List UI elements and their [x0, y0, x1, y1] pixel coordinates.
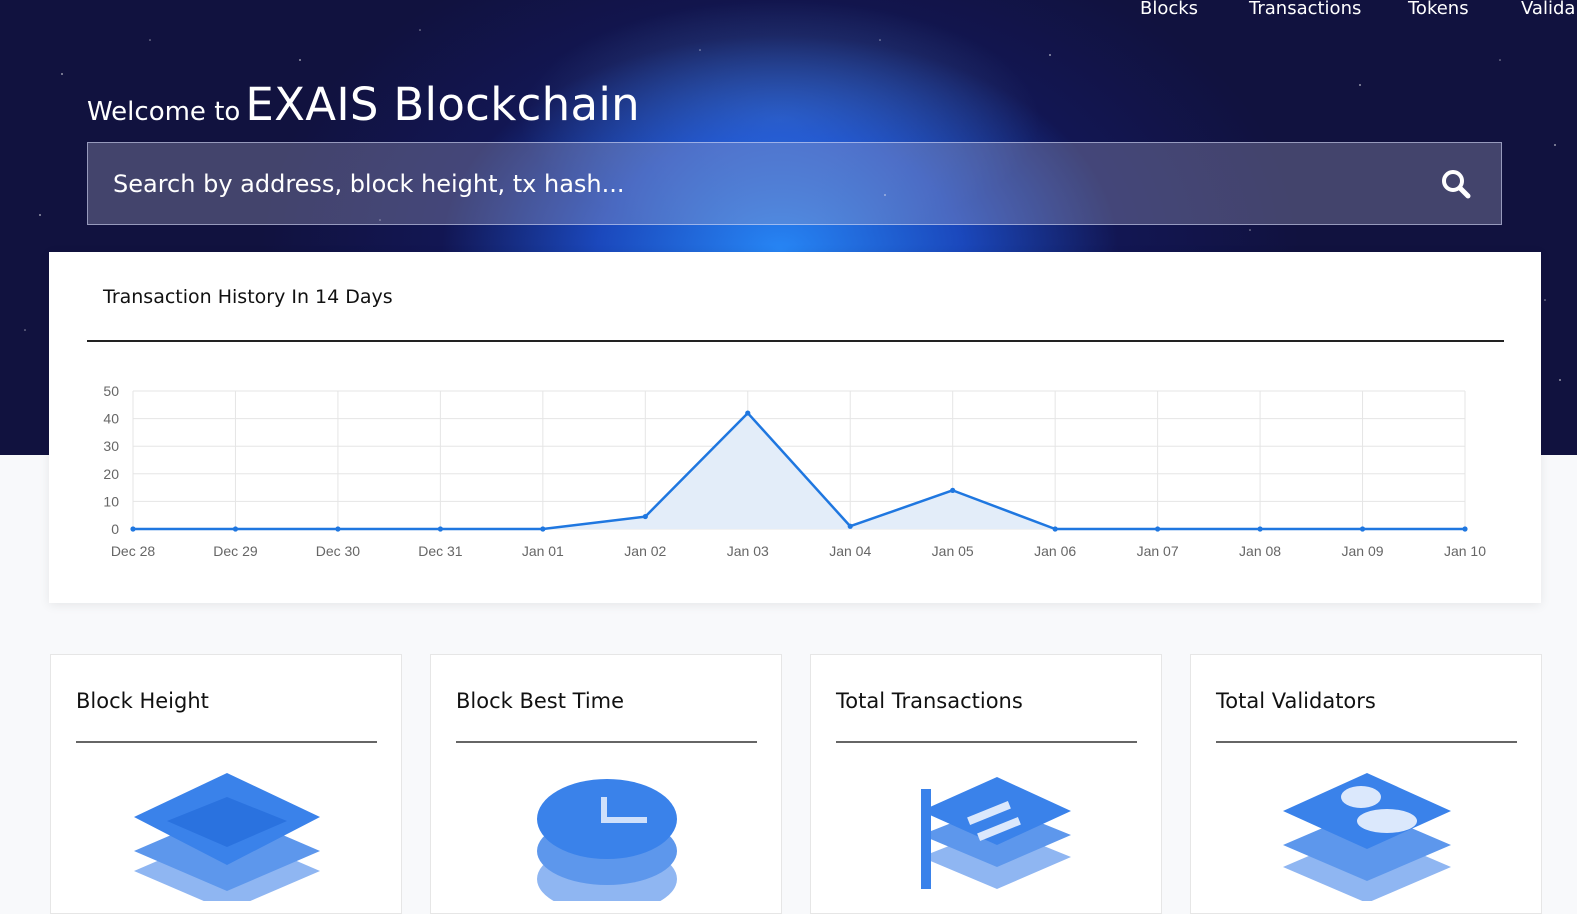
- x-tick-label: Dec 28: [111, 543, 156, 559]
- user-stack-icon: [1283, 773, 1451, 901]
- layers-icon: [134, 773, 320, 901]
- stat-title: Total Transactions: [836, 689, 1023, 713]
- nav-validators[interactable]: Valida: [1521, 0, 1575, 19]
- stat-divider: [456, 741, 757, 743]
- data-point: [950, 487, 956, 493]
- x-tick-label: Jan 07: [1137, 543, 1179, 559]
- x-tick-label: Dec 29: [213, 543, 258, 559]
- y-tick-label: 20: [103, 466, 119, 482]
- data-point: [642, 513, 648, 520]
- data-point: [1359, 526, 1366, 532]
- stat-divider: [1216, 741, 1517, 743]
- stat-divider: [76, 741, 377, 743]
- clock-icon: [537, 779, 677, 901]
- brand-title: EXAIS Blockchain: [245, 78, 640, 131]
- y-tick-label: 0: [111, 521, 119, 537]
- nav-transactions[interactable]: Transactions: [1249, 0, 1361, 19]
- data-point: [335, 526, 341, 532]
- x-tick-label: Jan 09: [1342, 543, 1384, 559]
- nav-blocks[interactable]: Blocks: [1140, 0, 1198, 19]
- stat-card-block-height: Block Height: [50, 654, 402, 914]
- x-tick-label: Jan 05: [932, 543, 974, 559]
- x-tick-label: Jan 02: [624, 543, 666, 559]
- x-tick-label: Dec 31: [418, 543, 463, 559]
- y-tick-label: 10: [103, 493, 119, 509]
- welcome-prefix: Welcome to: [87, 97, 241, 127]
- document-stack-icon: [921, 777, 1071, 889]
- x-tick-label: Jan 06: [1034, 543, 1076, 559]
- transaction-history-card: Transaction History In 14 Days 0 10 20 30 40…: [49, 252, 1541, 603]
- x-tick-label: Dec 30: [316, 543, 361, 559]
- data-point: [232, 526, 239, 532]
- x-tick-label: Jan 08: [1239, 543, 1281, 559]
- nav-tokens[interactable]: Tokens: [1408, 0, 1469, 19]
- stat-card-total-transactions: Total Transactions: [810, 654, 1162, 914]
- data-point: [130, 526, 136, 532]
- data-point: [437, 526, 443, 532]
- stat-divider: [836, 741, 1137, 743]
- transaction-history-chart: 0 10 20 30 40 50 Dec 28 Dec 29 Dec 30 Dec 31 Jan 0…: [103, 383, 1486, 559]
- search-input[interactable]: [88, 168, 1439, 199]
- y-tick-label: 30: [103, 438, 119, 454]
- y-tick-label: 40: [103, 411, 119, 427]
- x-tick-label: Jan 04: [829, 543, 871, 559]
- data-point: [1257, 526, 1263, 532]
- data-point: [540, 526, 546, 532]
- x-tick-label: Jan 01: [522, 543, 564, 559]
- y-tick-label: 50: [103, 383, 119, 399]
- data-point: [745, 410, 751, 416]
- x-tick-label: Jan 03: [727, 543, 769, 559]
- search-bar: [87, 142, 1502, 225]
- data-point: [1052, 526, 1058, 532]
- data-point: [847, 523, 853, 529]
- stat-title: Total Validators: [1216, 689, 1376, 713]
- search-icon[interactable]: [1439, 167, 1473, 201]
- data-point: [1155, 526, 1161, 532]
- stat-title: Block Best Time: [456, 689, 625, 713]
- x-tick-label: Jan 10: [1444, 543, 1486, 559]
- stat-card-total-validators: Total Validators: [1190, 654, 1542, 914]
- data-point: [1462, 526, 1468, 532]
- stat-title: Block Height: [76, 689, 209, 713]
- welcome-heading: Welcome to EXAIS Blockchain: [87, 78, 640, 131]
- stat-card-block-best-time: Block Best Time: [430, 654, 782, 914]
